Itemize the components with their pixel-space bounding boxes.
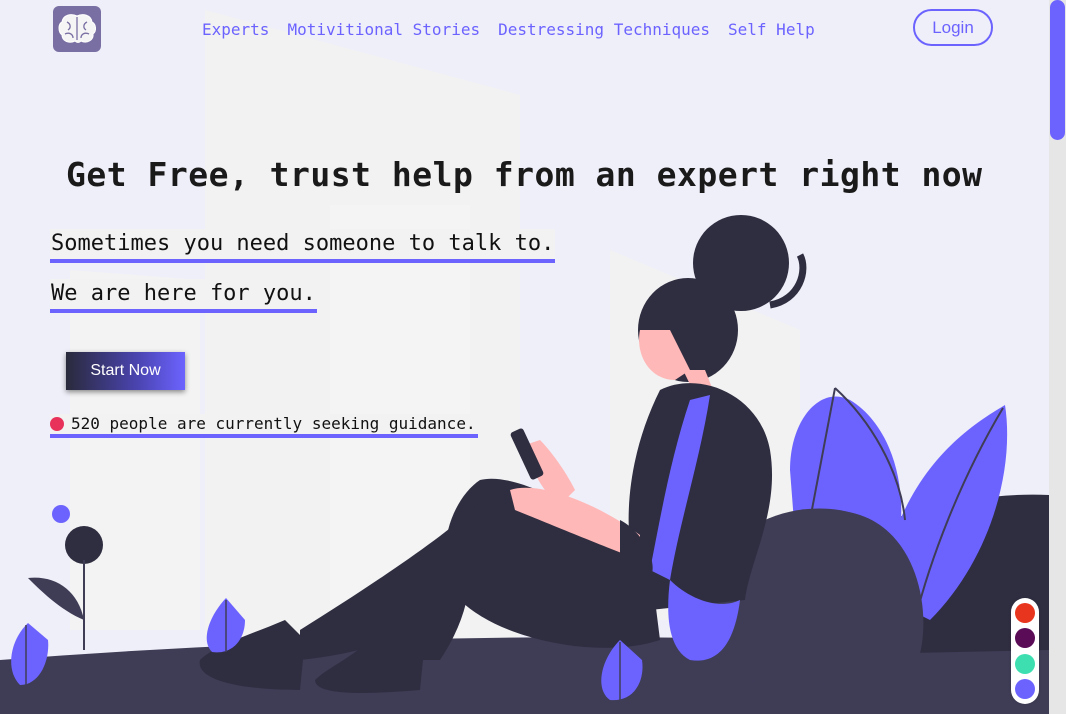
page: Experts Motivitional Stories Destressing… <box>0 0 1066 714</box>
hero-line-2: We are here for you. <box>50 279 317 313</box>
theme-swatch-purple[interactable] <box>1015 628 1035 649</box>
theme-swatch-violet[interactable] <box>1015 679 1035 700</box>
start-now-button[interactable]: Start Now <box>66 352 185 390</box>
theme-picker <box>1011 598 1039 704</box>
live-dot-icon <box>50 417 64 431</box>
login-button[interactable]: Login <box>913 9 993 46</box>
status-text: 520 people are currently seeking guidanc… <box>71 414 476 433</box>
nav-link-self-help[interactable]: Self Help <box>728 20 815 39</box>
hero-headline: Get Free, trust help from an expert righ… <box>66 155 983 194</box>
scrollbar-track[interactable] <box>1049 0 1066 714</box>
brain-icon <box>58 14 96 43</box>
theme-swatch-red[interactable] <box>1015 602 1035 623</box>
nav-link-motivational-stories[interactable]: Motivitional Stories <box>287 20 480 39</box>
main-nav: Experts Motivitional Stories Destressing… <box>202 20 815 39</box>
nav-link-destressing-techniques[interactable]: Destressing Techniques <box>498 20 710 39</box>
theme-swatch-teal[interactable] <box>1015 653 1035 674</box>
scrollbar-thumb[interactable] <box>1050 0 1065 140</box>
hero-line-1: Sometimes you need someone to talk to. <box>50 229 556 263</box>
nav-link-experts[interactable]: Experts <box>202 20 269 39</box>
seeking-guidance-status: 520 people are currently seeking guidanc… <box>50 414 478 438</box>
brain-logo[interactable] <box>53 6 101 52</box>
